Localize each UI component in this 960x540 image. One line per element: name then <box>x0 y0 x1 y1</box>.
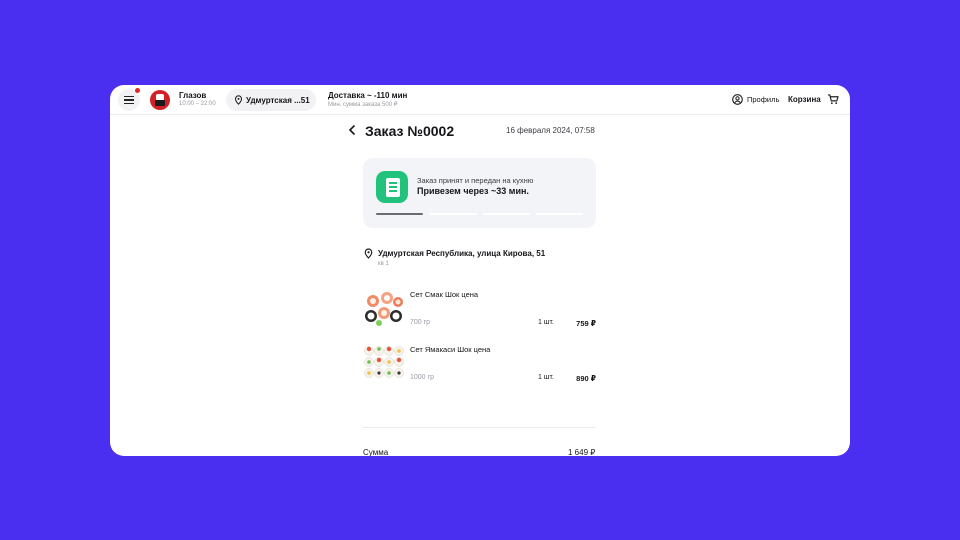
delivery-eta: Привезем через ~33 мин. <box>417 186 529 196</box>
item-price: 890 ₽ <box>576 374 596 383</box>
profile-icon <box>732 94 743 105</box>
back-arrow-icon[interactable] <box>348 125 356 135</box>
order-title: Заказ №0002 <box>365 123 455 139</box>
order-progress-bar <box>376 213 583 215</box>
order-item[interactable]: Сет Смак Шок цена 700 гр 1 шт. 759 ₽ <box>363 288 596 332</box>
kitchen-status-icon <box>376 171 408 203</box>
city-name[interactable]: Глазов <box>179 91 206 100</box>
progress-step <box>535 213 583 215</box>
apartment-number: кв 1 <box>378 261 389 267</box>
item-image <box>364 346 404 378</box>
working-hours: 10:00 – 22:00 <box>179 101 216 107</box>
progress-step <box>482 213 530 215</box>
cart-label[interactable]: Корзина <box>788 95 821 104</box>
order-item[interactable]: Сет Ямакаси Шок цена 1000 гр 1 шт. 890 ₽ <box>363 343 596 387</box>
menu-icon <box>124 96 134 104</box>
location-pin-icon <box>234 95 243 105</box>
item-name: Сет Смак Шок цена <box>410 290 479 299</box>
item-name: Сет Ямакаси Шок цена <box>410 345 491 354</box>
delivery-time[interactable]: Доставка ~ -110 мин <box>328 91 407 100</box>
app-window: Глазов 10:00 – 22:00 Удмуртская ...51 До… <box>110 85 850 456</box>
notification-dot <box>135 88 140 93</box>
location-pin-icon <box>364 248 373 259</box>
delivery-address: Удмуртская Республика, улица Кирова, 51 <box>378 249 546 258</box>
header: Глазов 10:00 – 22:00 Удмуртская ...51 До… <box>110 85 850 115</box>
item-weight: 1000 гр <box>410 374 434 381</box>
sum-label: Сумма <box>363 448 389 456</box>
item-quantity: 1 шт. <box>538 374 554 381</box>
item-price: 759 ₽ <box>576 319 596 328</box>
sum-value: 1 649 ₽ <box>568 448 596 456</box>
order-status-text: Заказ принят и передан на кухню <box>417 176 534 185</box>
address-selector[interactable]: Удмуртская ...51 <box>226 89 316 111</box>
min-order-sum: Мин. сумма заказа 500 ₽ <box>328 102 398 108</box>
order-date: 16 февраля 2024, 07:58 <box>506 126 595 135</box>
order-status-card: Заказ принят и передан на кухню Привезем… <box>363 158 596 228</box>
brand-logo[interactable] <box>150 90 170 110</box>
address-short: Удмуртская ...51 <box>246 96 310 105</box>
progress-step <box>429 213 477 215</box>
progress-step <box>376 213 424 215</box>
profile-label: Профиль <box>747 95 780 104</box>
divider <box>363 427 596 428</box>
item-image <box>365 292 403 326</box>
cart-icon[interactable] <box>827 94 839 105</box>
item-quantity: 1 шт. <box>538 319 554 326</box>
item-weight: 700 гр <box>410 319 431 326</box>
